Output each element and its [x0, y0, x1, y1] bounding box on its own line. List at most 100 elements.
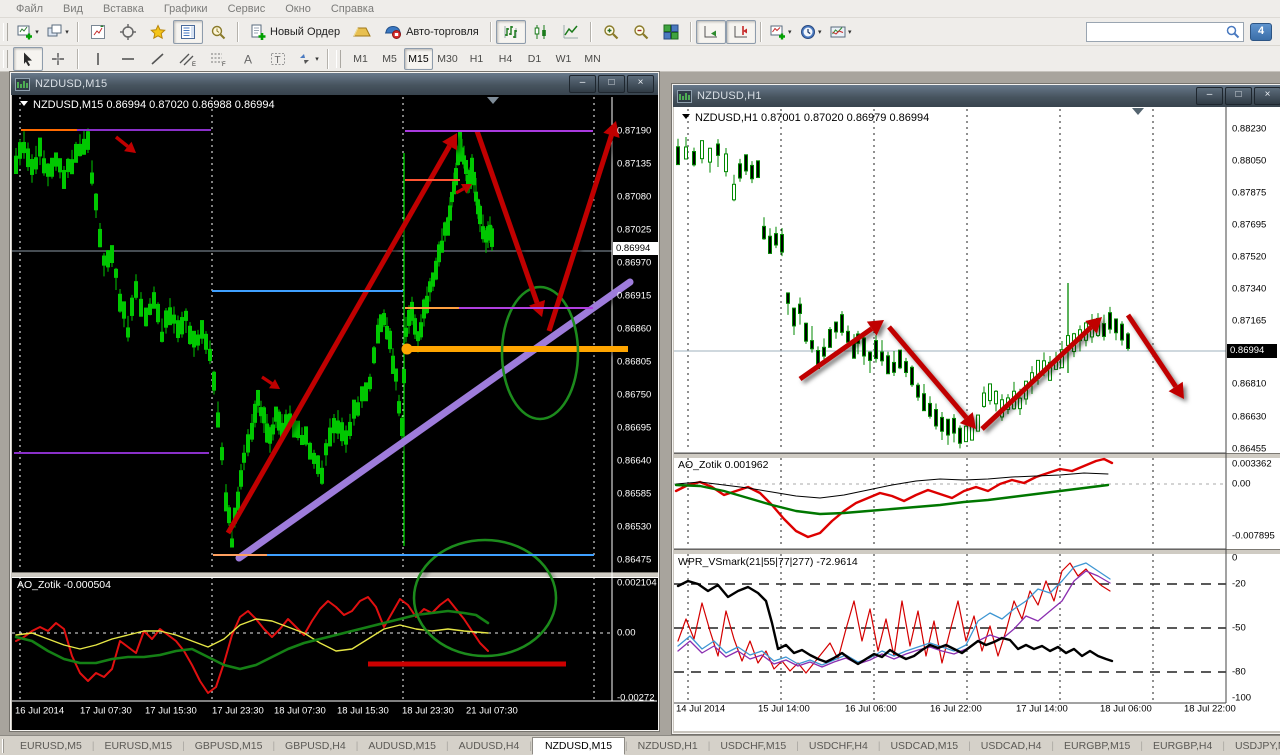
menu-item-4[interactable]: Сервис — [218, 2, 276, 16]
new-chart-button[interactable]: ▾ — [13, 20, 43, 44]
ao-red-line — [15, 596, 489, 694]
collapse-triangle-icon[interactable] — [20, 101, 28, 106]
axis-label: -100 — [1232, 692, 1252, 704]
data-window-button[interactable] — [113, 20, 143, 44]
left-window-titlebar[interactable]: NZDUSD,M15 – □ × — [11, 73, 658, 95]
close-button[interactable]: × — [1254, 87, 1280, 105]
chart-tab-AUDUSD,H4[interactable]: AUDUSD,H4 — [449, 738, 530, 754]
navigator-button[interactable] — [203, 20, 233, 44]
notification-badge[interactable]: 4 — [1250, 22, 1272, 41]
text-tool-button[interactable]: A — [233, 47, 263, 71]
channel-tool-button[interactable]: E — [173, 47, 203, 71]
chart-shift-marker[interactable] — [487, 97, 499, 104]
arrows-tool-button[interactable]: ▾ — [293, 47, 323, 71]
toolbar-grip[interactable] — [3, 22, 8, 41]
candlestick-button[interactable] — [526, 20, 556, 44]
toolbar-separator — [77, 21, 79, 42]
axis-label: 21 Jul 07:30 — [466, 705, 518, 717]
menu-item-2[interactable]: Вставка — [93, 2, 154, 16]
chart-tab-GBPUSD,M15[interactable]: GBPUSD,M15 — [185, 738, 273, 754]
chart-shift-button[interactable] — [725, 19, 756, 44]
text-label-tool-button[interactable]: T — [263, 47, 293, 71]
market-watch-toggle-button[interactable] — [173, 19, 203, 44]
chart-tab-USDCHF,H4[interactable]: USDCHF,H4 — [799, 738, 878, 754]
cursor-tool-button[interactable] — [13, 46, 43, 71]
bar-chart-button[interactable] — [495, 19, 526, 44]
periods-button[interactable]: ▾ — [796, 20, 826, 44]
favorites-button[interactable] — [143, 20, 173, 44]
chart-window-icon — [15, 77, 30, 91]
search-box[interactable] — [1086, 21, 1244, 42]
tile-windows-button[interactable] — [656, 20, 686, 44]
chart-tab-EURGBP,H4[interactable]: EURGBP,H4 — [1143, 738, 1222, 754]
templates-button[interactable]: ▾ — [826, 20, 856, 44]
minimize-button[interactable]: – — [1196, 87, 1223, 105]
close-button[interactable]: × — [627, 75, 654, 93]
search-input[interactable] — [1090, 23, 1226, 40]
maximize-button[interactable]: □ — [1225, 87, 1252, 105]
timeframe-M15[interactable]: M15 — [404, 47, 433, 70]
menu-item-3[interactable]: Графики — [154, 2, 218, 16]
menu-item-1[interactable]: Вид — [53, 2, 93, 16]
vertical-line-tool-button[interactable] — [83, 47, 113, 71]
fibonacci-tool-button[interactable]: F — [203, 47, 233, 71]
market-watch-button[interactable] — [83, 20, 113, 44]
search-icon[interactable] — [1226, 25, 1240, 39]
timeframe-M1[interactable]: M1 — [346, 48, 375, 70]
menu-item-0[interactable]: Файл — [6, 2, 53, 16]
timeframe-MN[interactable]: MN — [578, 48, 607, 70]
chart-tab-GBPUSD,H4[interactable]: GBPUSD,H4 — [275, 738, 356, 754]
maximize-button[interactable]: □ — [598, 75, 625, 93]
autotrade-button[interactable]: Авто-торговля — [377, 20, 486, 44]
timeframe-H1[interactable]: H1 — [462, 48, 491, 70]
axis-label: 14 Jul 2014 — [676, 703, 726, 715]
chart-tab-USDCHF,M15[interactable]: USDCHF,M15 — [710, 738, 796, 754]
indicators-button[interactable]: ▾ — [766, 20, 796, 44]
chart-tab-EURUSD,M15[interactable]: EURUSD,M15 — [94, 738, 182, 754]
menu-item-6[interactable]: Справка — [321, 2, 384, 16]
right-chart-canvas[interactable] — [674, 107, 1280, 731]
chart-tab-AUDUSD,M15[interactable]: AUDUSD,M15 — [358, 738, 446, 754]
minimize-button[interactable]: – — [569, 75, 596, 93]
axis-label: 18 Jul 23:30 — [402, 705, 454, 717]
left-chart-canvas[interactable] — [12, 95, 658, 730]
equidistant-channel-icon: E — [179, 53, 196, 67]
right-window-titlebar[interactable]: NZDUSD,H1 – □ × — [673, 85, 1280, 107]
chart-tab-NZDUSD,M15[interactable]: NZDUSD,M15 — [531, 737, 626, 755]
tabbar-grip[interactable] — [2, 739, 4, 753]
chart-tab-USDCAD,M15[interactable]: USDCAD,M15 — [880, 738, 968, 754]
zoom-out-button[interactable] — [626, 20, 656, 44]
toolbar-grip[interactable] — [3, 49, 8, 68]
timeframe-M5[interactable]: M5 — [375, 48, 404, 70]
timeframe-M30[interactable]: M30 — [433, 48, 462, 70]
line-chart-button[interactable] — [556, 20, 586, 44]
left-chart-annotations[interactable] — [114, 121, 634, 667]
right-chart-window[interactable]: NZDUSD,H1 – □ × NZDUSD,H1 0.87001 0.8702… — [671, 83, 1280, 735]
right-chart-client[interactable]: NZDUSD,H1 0.87001 0.87020 0.86979 0.8699… — [674, 107, 1280, 731]
timeframe-H4[interactable]: H4 — [491, 48, 520, 70]
horizontal-line-tool-button[interactable] — [113, 47, 143, 71]
new-order-button[interactable]: Новый Ордер — [243, 20, 347, 44]
chart-tab-EURUSD,M5[interactable]: EURUSD,M5 — [10, 738, 92, 754]
left-chart-client[interactable]: NZDUSD,M15 0.86994 0.87020 0.86988 0.869… — [12, 95, 658, 730]
trendline-tool-button[interactable] — [143, 47, 173, 71]
chart-tab-NZDUSD,H1[interactable]: NZDUSD,H1 — [628, 738, 708, 754]
timeframe-W1[interactable]: W1 — [549, 48, 578, 70]
timeframe-D1[interactable]: D1 — [520, 48, 549, 70]
crosshair-tool-button[interactable] — [43, 47, 73, 71]
zoom-in-button[interactable] — [596, 20, 626, 44]
zoom-in-icon — [604, 24, 619, 39]
menu-item-5[interactable]: Окно — [275, 2, 321, 16]
collapse-triangle-icon[interactable] — [682, 114, 690, 119]
toolbar-grip[interactable] — [336, 49, 341, 68]
profiles-button[interactable]: ▾ — [43, 20, 73, 44]
left-window-title: NZDUSD,M15 — [35, 78, 108, 90]
chart-tab-USDCAD,H4[interactable]: USDCAD,H4 — [971, 738, 1052, 754]
autoscroll-button[interactable] — [695, 19, 726, 44]
mql-community-button[interactable] — [347, 20, 377, 44]
chart-tab-EURGBP,M15[interactable]: EURGBP,M15 — [1054, 738, 1140, 754]
chart-tab-USDJPY,M15[interactable]: USDJPY,M15 — [1225, 738, 1280, 754]
toolbar-separator — [589, 21, 592, 42]
chart-shift-marker[interactable] — [1132, 108, 1144, 115]
left-chart-window[interactable]: NZDUSD,M15 – □ × NZDUSD,M15 0.86994 0.87… — [9, 71, 660, 732]
